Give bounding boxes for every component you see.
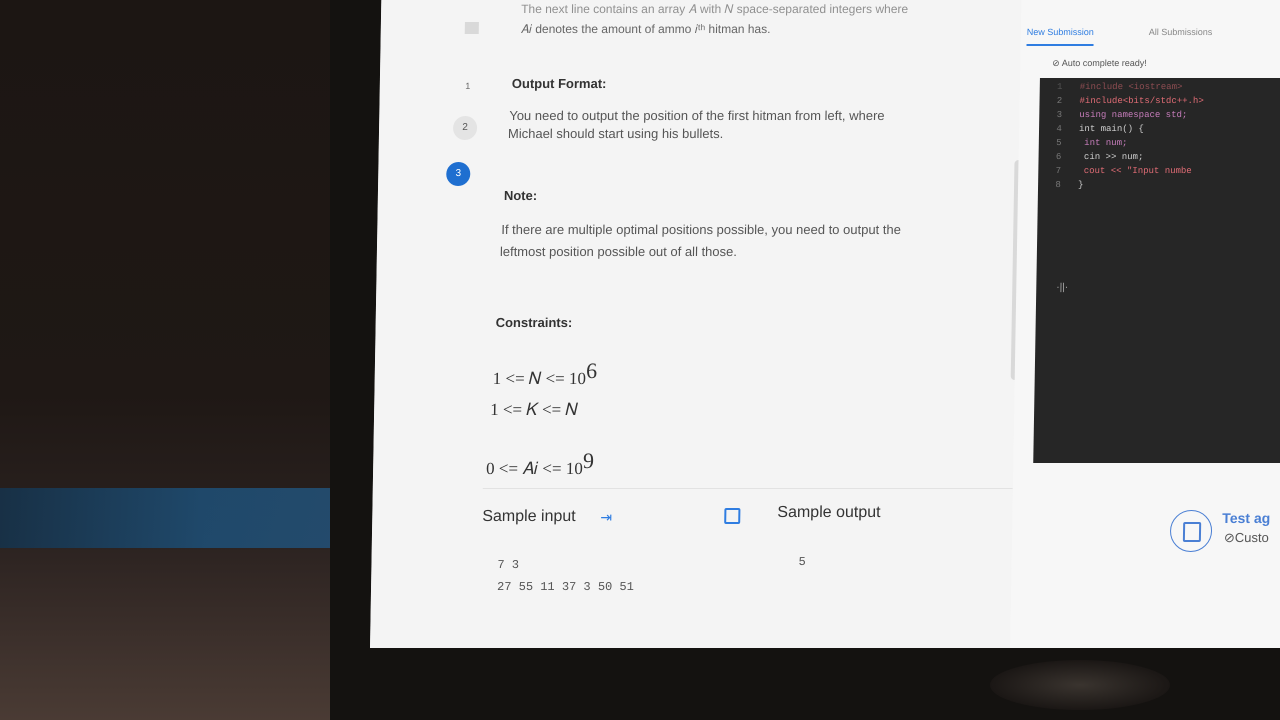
output-format-line-2: Michael should start using his bullets. <box>507 126 724 141</box>
check-circle-icon: ⊘ <box>1223 530 1235 545</box>
check-circle-icon: ⊘ <box>1052 58 1060 68</box>
laptop-screen: The next line contains an array 𝐴 with 𝑁… <box>370 0 1280 648</box>
code-line-6: 6 cin >> num; <box>1038 152 1144 166</box>
line-text: int main() { <box>1078 124 1144 134</box>
open-input-icon[interactable]: ⇥ <box>600 509 614 525</box>
sample-input-line-1: 7 3 <box>497 558 520 572</box>
note-line-2: leftmost position possible out of all th… <box>499 244 738 259</box>
line-text: cout << "Input numbe <box>1078 166 1192 176</box>
constraint-ai-base: 0 <= 𝐴𝑖 <= 10 <box>485 459 583 478</box>
autocomplete-text: Auto complete ready! <box>1061 58 1147 68</box>
code-line-1: 1 #include <iostream> <box>1040 82 1183 96</box>
intro-line-1: The next line contains an array 𝐴 with 𝑁… <box>521 2 909 16</box>
sample-output-label: Sample output <box>777 504 881 521</box>
terminal-icon <box>1182 522 1202 542</box>
code-line-3: 3 using namespace std; <box>1039 110 1188 124</box>
code-line-4: 4 int main() { <box>1039 124 1144 138</box>
photo-scene: The next line contains an array 𝐴 with 𝑁… <box>0 0 1280 720</box>
sample-output-value: 5 <box>798 555 806 569</box>
submission-tabs: New Submission All Submissions <box>1020 20 1280 48</box>
line-number: 2 <box>1056 96 1063 106</box>
sample-input-line-2: 27 55 11 37 3 50 51 <box>496 580 635 594</box>
constraint-n-exponent: 6 <box>585 358 598 383</box>
constraint-k: 1 <= 𝐾 <= 𝑁 <box>489 400 579 419</box>
code-line-8: 8} <box>1038 180 1084 194</box>
code-line-5: 5 int num; <box>1039 138 1128 152</box>
test-against-label[interactable]: Test ag <box>1222 510 1270 526</box>
problem-statement-panel: The next line contains an array 𝐴 with 𝑁… <box>370 0 1067 648</box>
intro-line-2: 𝐴𝑖 denotes the amount of ammo 𝑖ᵗʰ hitman… <box>520 22 771 36</box>
resize-handle-icon[interactable]: ·||· <box>1056 282 1068 293</box>
line-text: cin >> num; <box>1078 152 1144 162</box>
tab-all-submissions[interactable]: All Submissions <box>1149 20 1213 44</box>
constraints-heading: Constraints: <box>495 315 573 330</box>
line-text: #include<bits/stdc++.h> <box>1079 96 1204 106</box>
line-number: 1 <box>1057 82 1063 92</box>
background-blue-object <box>0 488 340 548</box>
note-heading: Note: <box>503 188 538 203</box>
line-text: #include <iostream> <box>1079 82 1183 92</box>
note-line-1: If there are multiple optimal positions … <box>501 222 902 237</box>
code-line-7: 7 cout << "Input numbe <box>1038 166 1192 180</box>
sample-divider <box>482 488 1013 489</box>
line-number: 6 <box>1055 152 1062 162</box>
code-editor[interactable]: 1 #include <iostream> 2 #include<bits/stdc… <box>1033 78 1280 463</box>
step-badge-3-active[interactable]: 3 <box>446 162 471 186</box>
constraint-ai: 0 <= 𝐴𝑖 <= 109 <box>486 448 594 479</box>
line-number: 4 <box>1056 124 1062 134</box>
custom-input-text: Custo <box>1234 530 1269 545</box>
collapse-icon[interactable] <box>464 22 479 34</box>
line-number: 7 <box>1055 166 1062 176</box>
line-text: int num; <box>1078 138 1128 148</box>
line-text: } <box>1077 180 1084 190</box>
custom-input-label[interactable]: ⊘Custo <box>1224 530 1269 546</box>
line-number: 3 <box>1056 110 1063 120</box>
bezel-logo-reflection <box>990 660 1170 710</box>
sample-input-label: Sample input <box>482 508 576 525</box>
line-number: 5 <box>1056 138 1062 148</box>
constraint-n-base: 1 <= 𝑁 <= 10 <box>492 369 587 388</box>
code-line-2: 2 #include<bits/stdc++.h> <box>1039 96 1204 110</box>
constraint-ai-exponent: 9 <box>582 448 595 473</box>
line-text: using namespace std; <box>1079 110 1188 120</box>
constraint-n: 1 <= 𝑁 <= 106 <box>493 358 598 389</box>
step-number-1[interactable]: 1 <box>456 78 480 94</box>
copy-input-icon[interactable] <box>724 508 741 524</box>
autocomplete-status: ⊘ Auto complete ready! <box>1052 58 1147 69</box>
step-badge-2[interactable]: 2 <box>452 116 478 140</box>
line-number: 8 <box>1055 180 1061 190</box>
output-format-heading: Output Format: <box>511 76 607 91</box>
tab-new-submission[interactable]: New Submission <box>1026 20 1094 46</box>
